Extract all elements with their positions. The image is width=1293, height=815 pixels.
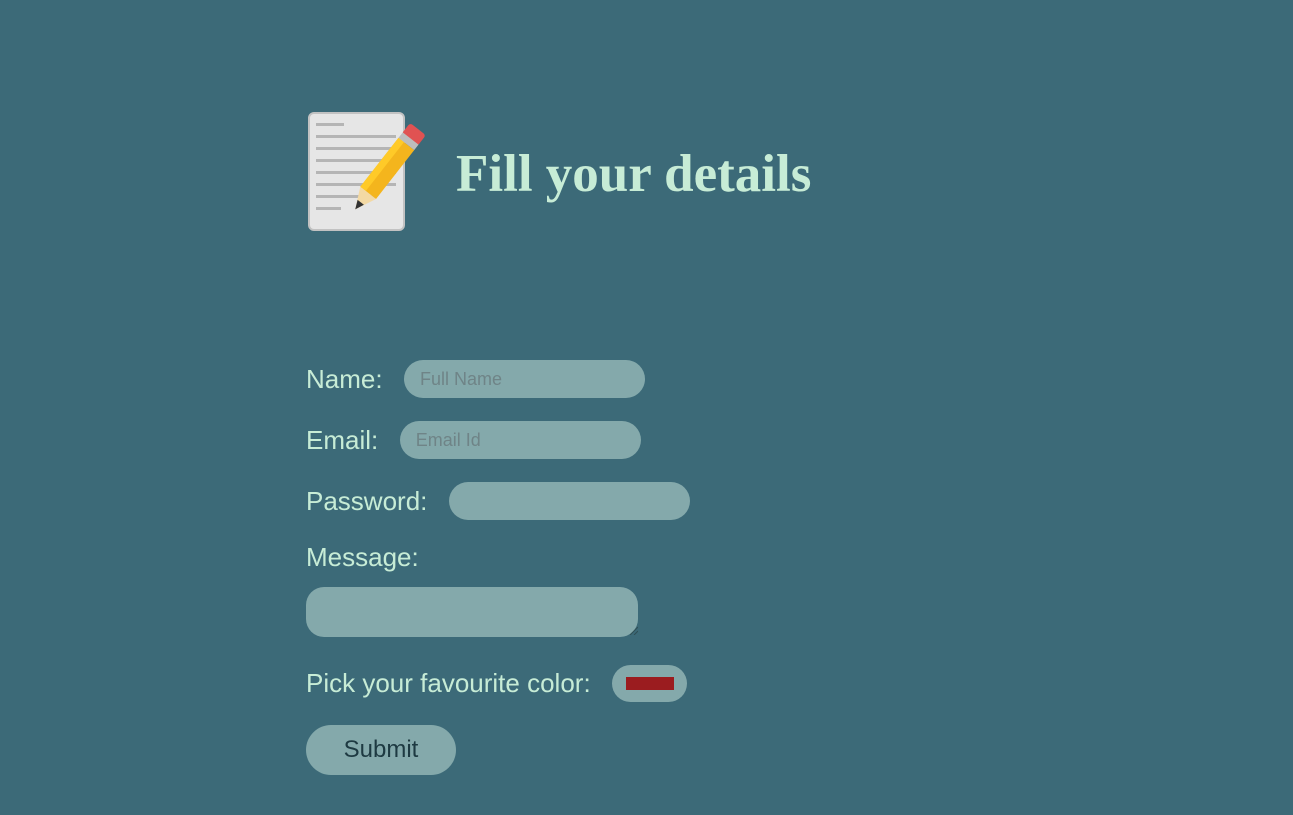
name-label: Name: [306,363,383,394]
color-label: Pick your favourite color: [306,668,591,698]
color-row: Pick your favourite color: [306,665,688,702]
header: Fill your details [306,110,811,234]
color-picker[interactable] [612,665,688,702]
name-row: Name: [306,360,646,398]
password-field[interactable] [448,482,690,520]
password-row: Password: [306,482,690,520]
page: Fill your details Name: Email: Password:… [0,0,1293,815]
color-swatch [626,677,675,690]
resize-grip-icon[interactable] [628,625,638,635]
email-row: Email: [306,421,641,459]
message-field[interactable] [306,587,638,637]
memo-icon [308,112,425,231]
message-row: Message: [306,542,419,573]
page-title: Fill your details [456,144,812,203]
password-label: Password: [306,485,428,516]
submit-button[interactable]: Submit [306,725,456,775]
message-label: Message: [306,542,419,572]
name-field[interactable] [404,360,646,398]
email-label: Email: [306,424,379,455]
email-field[interactable] [399,421,641,459]
